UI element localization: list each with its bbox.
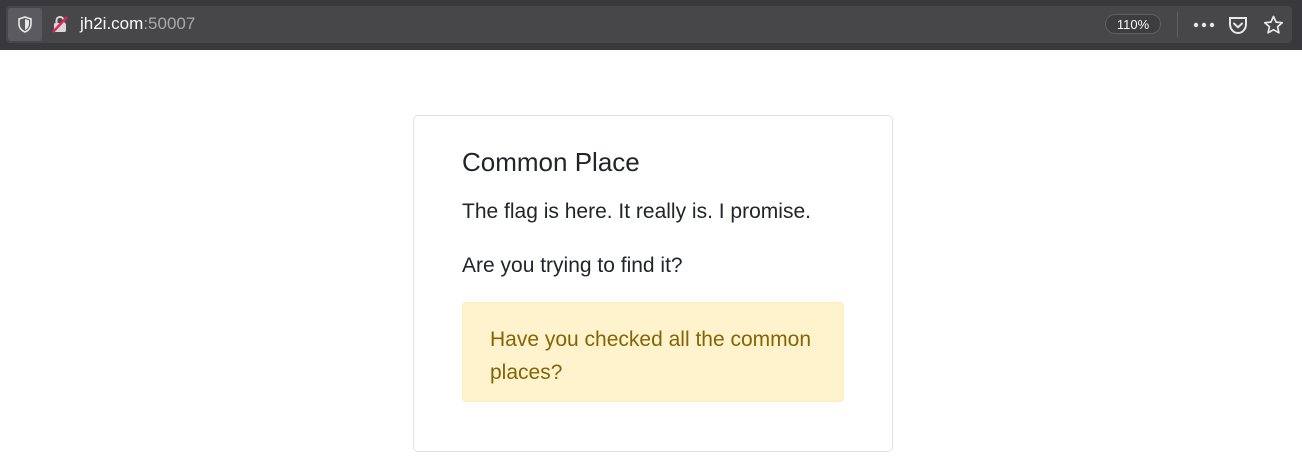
page-title: Common Place — [462, 147, 640, 177]
shield-icon — [18, 16, 32, 33]
url-port: :50007 — [143, 14, 196, 33]
bookmark-star-icon — [1263, 15, 1283, 34]
pocket-button[interactable] — [1226, 13, 1250, 37]
page-actions-button[interactable] — [1192, 13, 1216, 37]
hint-alert-text: Have you checked all the common places? — [490, 328, 811, 384]
more-icon — [1193, 22, 1215, 28]
tracking-protection-button[interactable] — [8, 8, 42, 41]
browser-toolbar: jh2i.com:50007 110% — [0, 0, 1302, 50]
bookmark-button[interactable] — [1261, 13, 1285, 37]
toolbar-divider — [1177, 12, 1178, 37]
insecure-lock-icon[interactable] — [50, 14, 70, 34]
question-text: Are you trying to find it? — [462, 254, 683, 277]
url-bar[interactable]: jh2i.com:50007 110% — [6, 6, 1292, 43]
url-host: jh2i.com — [80, 14, 144, 33]
pocket-icon — [1229, 16, 1247, 34]
url-text[interactable]: jh2i.com:50007 — [80, 14, 195, 34]
hint-alert: Have you checked all the common places? — [462, 302, 844, 402]
content-card: Common Place The flag is here. It really… — [413, 115, 893, 452]
flag-message: The flag is here. It really is. I promis… — [462, 200, 811, 223]
zoom-indicator[interactable]: 110% — [1105, 14, 1161, 34]
